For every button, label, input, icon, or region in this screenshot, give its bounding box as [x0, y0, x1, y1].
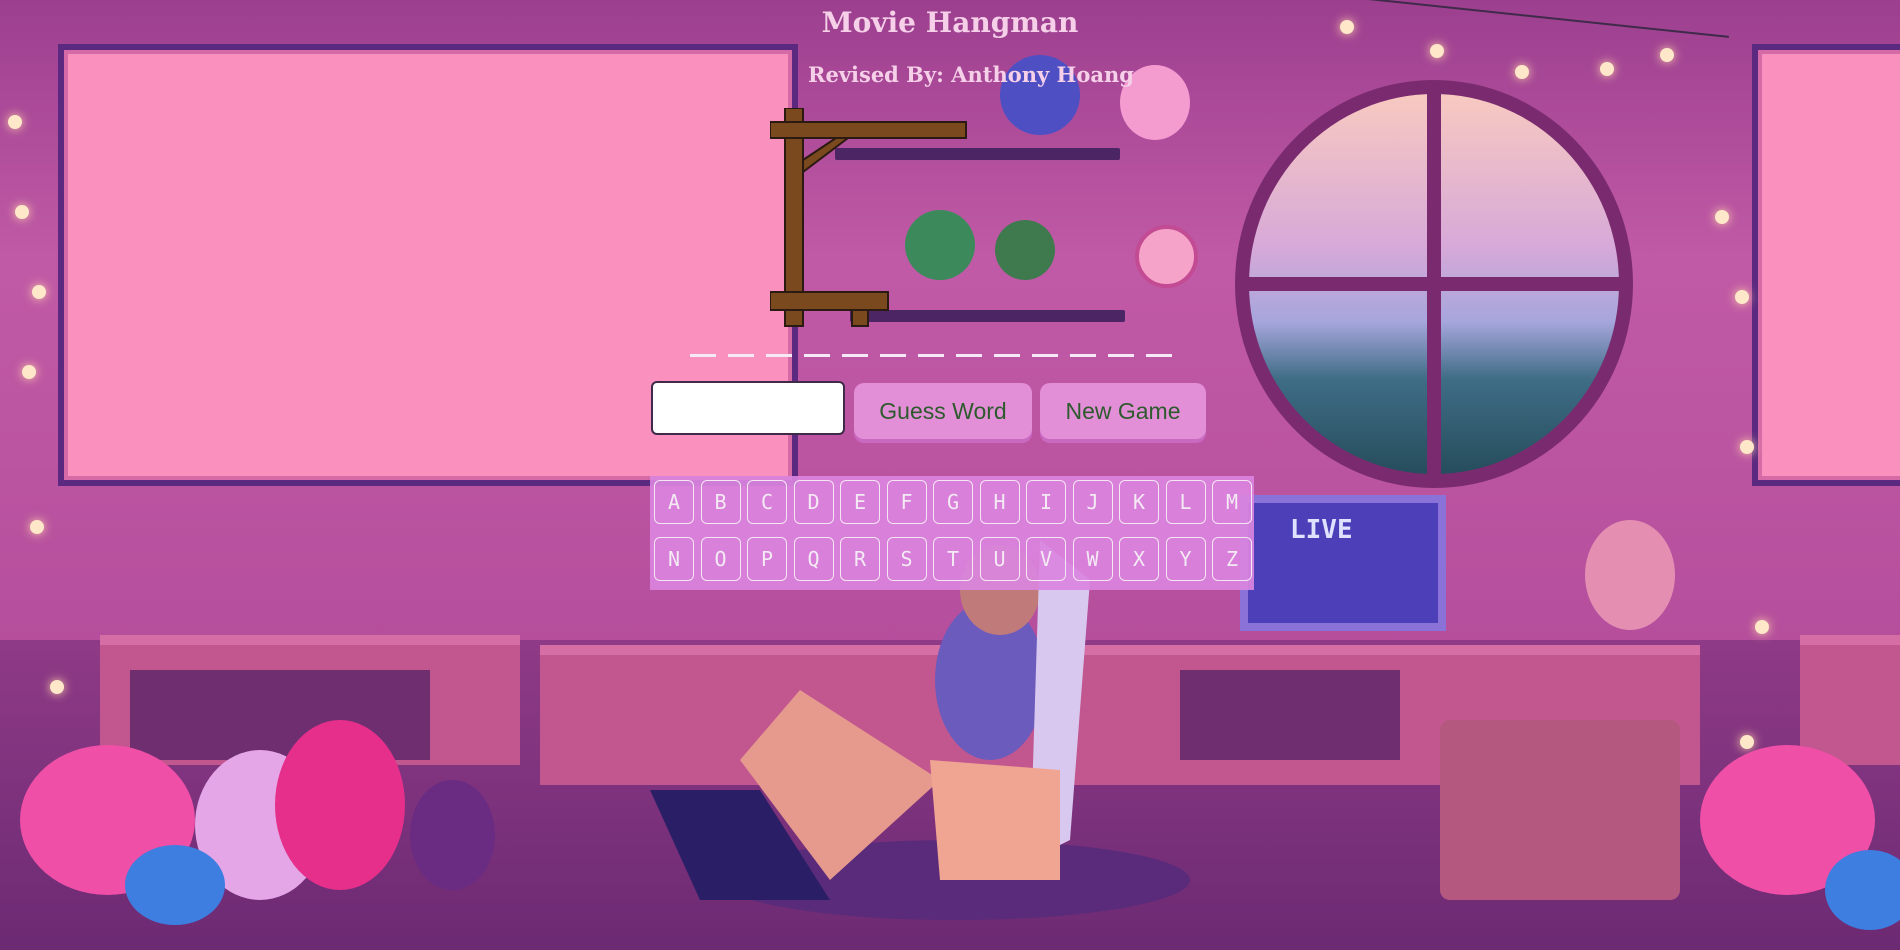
letter-blank [1032, 354, 1058, 357]
word-blanks [690, 354, 1190, 360]
page-title: Movie Hangman [821, 6, 1079, 39]
light-bulb [15, 205, 29, 219]
letter-key-n[interactable]: N [654, 537, 694, 581]
letter-blank [880, 354, 906, 357]
heart-badge [1135, 225, 1198, 288]
letter-key-h[interactable]: H [979, 480, 1020, 524]
letter-key-r[interactable]: R [840, 537, 880, 581]
letter-key-l[interactable]: L [1165, 480, 1206, 524]
light-bulb [1735, 290, 1749, 304]
letter-key-a[interactable]: A [654, 480, 694, 524]
desk-right [1800, 635, 1900, 765]
letter-blank [766, 354, 792, 357]
hangman-gallows [770, 108, 967, 327]
letter-blank [1108, 354, 1134, 357]
letter-key-o[interactable]: O [700, 537, 741, 581]
letter-key-y[interactable]: Y [1165, 537, 1206, 581]
page-subtitle: Revised By: Anthony Hoang [808, 62, 1134, 87]
light-bulb [50, 680, 64, 694]
light-bulb [1740, 440, 1754, 454]
treasure-chest [1440, 720, 1680, 900]
letter-key-s[interactable]: S [886, 537, 927, 581]
light-bulb [8, 115, 22, 129]
light-bulb [1660, 48, 1674, 62]
letter-key-p[interactable]: P [747, 537, 787, 581]
letter-key-j[interactable]: J [1072, 480, 1113, 524]
light-bulb [1755, 620, 1769, 634]
light-bulb [22, 365, 36, 379]
letter-blank [842, 354, 868, 357]
letter-key-z[interactable]: Z [1212, 537, 1252, 581]
light-bulb [1430, 44, 1444, 58]
letter-blank [690, 354, 716, 357]
letter-key-q[interactable]: Q [793, 537, 834, 581]
new-game-button[interactable]: New Game [1040, 383, 1206, 439]
monitor-live-text: LIVE [1290, 515, 1353, 545]
light-bulb [1715, 210, 1729, 224]
ghost-plush [410, 780, 495, 890]
light-bulb [32, 285, 46, 299]
letter-key-e[interactable]: E [840, 480, 880, 524]
slime-plush [125, 845, 225, 925]
letter-key-u[interactable]: U [979, 537, 1020, 581]
letter-blank [804, 354, 830, 357]
guess-word-input[interactable] [651, 381, 845, 435]
letter-blank [728, 354, 754, 357]
letter-key-v[interactable]: V [1026, 537, 1066, 581]
right-board [1752, 44, 1900, 486]
letter-key-c[interactable]: C [747, 480, 787, 524]
letter-blank [956, 354, 982, 357]
letter-key-t[interactable]: T [933, 537, 973, 581]
letter-key-m[interactable]: M [1212, 480, 1252, 524]
letter-key-b[interactable]: B [700, 480, 741, 524]
letter-key-g[interactable]: G [933, 480, 973, 524]
letter-key-i[interactable]: I [1026, 480, 1066, 524]
light-bulb [1600, 62, 1614, 76]
light-bulb [1515, 65, 1529, 79]
letter-key-x[interactable]: X [1119, 537, 1159, 581]
letter-blank [918, 354, 944, 357]
letter-blank [994, 354, 1020, 357]
letter-key-k[interactable]: K [1119, 480, 1159, 524]
letter-key-d[interactable]: D [793, 480, 834, 524]
desk-cabinet [1180, 670, 1400, 760]
letter-key-w[interactable]: W [1072, 537, 1113, 581]
letter-keyboard: ABCDEFGHIJKLM NOPQRSTUVWXYZ [650, 476, 1254, 590]
guess-word-button[interactable]: Guess Word [854, 383, 1032, 439]
round-window [1235, 80, 1633, 488]
letter-blank [1146, 354, 1172, 357]
light-bulb [1740, 735, 1754, 749]
plant-decoration [995, 220, 1055, 280]
strawberry-plush [275, 720, 405, 890]
letter-key-f[interactable]: F [886, 480, 927, 524]
letter-blank [1070, 354, 1096, 357]
teddy-bear [1585, 520, 1675, 630]
light-bulb [30, 520, 44, 534]
